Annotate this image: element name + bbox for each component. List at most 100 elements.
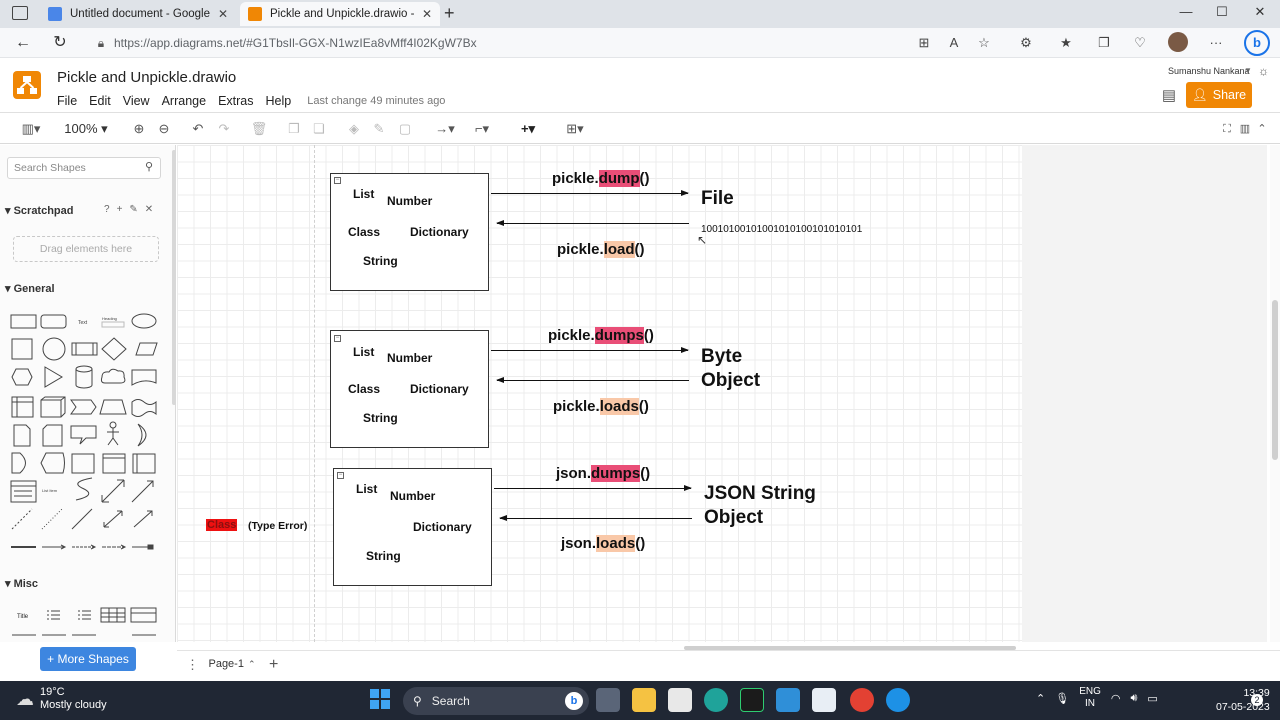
last-change-status[interactable]: Last change 49 minutes ago [307, 95, 445, 107]
zoom-out-icon[interactable]: ⊖ [155, 120, 173, 138]
shape-dashed-line[interactable] [11, 508, 33, 530]
label-class[interactable]: Class [348, 382, 380, 396]
shape-container[interactable] [132, 453, 156, 474]
collections-icon[interactable]: ❐ [1094, 34, 1114, 52]
scratchpad-edit-icon[interactable]: ✎ [129, 204, 137, 215]
shape-step[interactable] [70, 399, 97, 415]
collapse-icon[interactable]: − [334, 177, 341, 184]
task-view-icon[interactable] [596, 688, 620, 712]
language-indicator[interactable]: ENG IN [1079, 686, 1101, 710]
label-number[interactable]: Number [387, 194, 432, 208]
shape-frame[interactable] [102, 453, 126, 474]
to-front-icon[interactable]: ❐ [285, 120, 303, 138]
target-object-label[interactable]: Object [704, 507, 763, 529]
scratchpad-close-icon[interactable]: ✕ [145, 204, 153, 215]
binary-data-label[interactable]: 10010100101001010100101010101 [701, 224, 862, 235]
deserialize-arrow-2[interactable] [496, 377, 689, 383]
minimize-window-icon[interactable]: — [1176, 4, 1196, 19]
shape-table[interactable] [100, 607, 126, 623]
shape-bidirectional-connector[interactable] [103, 510, 123, 528]
refresh-icon[interactable]: ↻ [49, 33, 71, 53]
shape-square[interactable] [11, 338, 33, 360]
shape-note[interactable] [13, 424, 31, 447]
shape-hexagon[interactable] [11, 368, 33, 386]
shape-bullet-list[interactable] [47, 610, 60, 620]
shape-actor[interactable] [107, 421, 119, 446]
new-tab-button[interactable]: + [444, 3, 455, 24]
shape-parallelogram[interactable] [135, 342, 158, 356]
wifi-icon[interactable]: ◠ [1111, 692, 1121, 705]
shape-numbered-list[interactable] [78, 610, 91, 620]
theme-icon[interactable]: ☼ [1258, 64, 1269, 78]
format-panel-icon[interactable]: ▥▾ [16, 120, 46, 138]
add-page-icon[interactable]: + [269, 656, 278, 674]
target-object-label[interactable]: Object [701, 370, 760, 392]
bing-icon[interactable]: b [1244, 30, 1270, 56]
line-color-icon[interactable]: ✎ [370, 120, 388, 138]
fullscreen-icon[interactable]: ⛶ [1220, 120, 1234, 138]
waypoints-icon[interactable]: ⌐▾ [467, 120, 497, 138]
show-hidden-icons-icon[interactable]: ⌃ [1036, 692, 1045, 705]
user-name[interactable]: Sumanshu Nankana [1168, 66, 1250, 76]
tab-actions-icon[interactable] [12, 6, 28, 20]
menu-file[interactable]: File [57, 94, 77, 108]
serialize-arrow-2[interactable] [491, 347, 689, 353]
label-class[interactable]: Class [348, 225, 380, 239]
browser-essentials-icon[interactable]: ♡ [1130, 34, 1150, 52]
shape-cube[interactable] [40, 396, 66, 418]
shape-tape[interactable] [131, 399, 157, 417]
vscode-icon[interactable] [776, 688, 800, 712]
favorites-icon[interactable]: ★ [1056, 34, 1076, 52]
shape-title[interactable]: Title [17, 614, 29, 620]
url-field[interactable]: 🔒︎ https://app.diagrams.net/#G1TbsIl-GGX… [88, 31, 908, 55]
vertical-scroll-thumb[interactable] [1272, 300, 1278, 460]
fill-color-icon[interactable]: ◈ [345, 120, 363, 138]
shape-delay[interactable] [11, 452, 26, 474]
shape-list[interactable] [10, 480, 37, 503]
scratchpad-help-icon[interactable]: ? [104, 204, 110, 215]
shape-cloud[interactable] [100, 368, 126, 384]
menu-view[interactable]: View [123, 94, 150, 108]
diagram-page[interactable] [177, 145, 1022, 642]
label-string[interactable]: String [363, 254, 398, 268]
format-toggle-icon[interactable]: ▥ [1238, 120, 1252, 138]
close-window-icon[interactable]: ✕ [1250, 4, 1270, 20]
label-dictionary[interactable]: Dictionary [413, 520, 472, 534]
pickle-loads-label[interactable]: pickle.loads() [553, 398, 649, 415]
weather-widget[interactable]: ☁ 19°C Mostly cloudy [16, 686, 107, 712]
profile-avatar[interactable] [1168, 32, 1188, 52]
menu-extras[interactable]: Extras [218, 94, 253, 108]
menu-help[interactable]: Help [266, 94, 292, 108]
label-dictionary[interactable]: Dictionary [410, 382, 469, 396]
pickle-dump-label[interactable]: pickle.dump() [552, 170, 650, 187]
shape-table-alt[interactable] [130, 607, 157, 623]
page-tab-chevron-icon[interactable]: ⌃ [248, 659, 256, 670]
shape-or[interactable] [137, 423, 147, 447]
search-icon[interactable]: ⚲ [145, 160, 153, 173]
shape-directional-connector[interactable] [133, 510, 153, 528]
start-icon[interactable] [370, 689, 390, 709]
shape-arrow[interactable] [131, 480, 154, 503]
shape-trapezoid[interactable] [99, 399, 127, 415]
shape-link-dashed[interactable] [72, 544, 97, 550]
shape-rectangle[interactable] [10, 314, 37, 329]
deserialize-arrow-1[interactable] [496, 220, 689, 226]
zoom-dropdown[interactable]: 100% ▾ [60, 120, 112, 138]
label-string[interactable]: String [366, 549, 401, 563]
shape-text[interactable]: Text [78, 320, 88, 326]
browser-tab-google-docs[interactable]: Untitled document - Google Doc ✕ [40, 2, 236, 26]
pycharm-icon[interactable] [740, 688, 764, 712]
page-tab-1[interactable]: Page-1 ⌃ [203, 652, 261, 678]
menu-edit[interactable]: Edit [89, 94, 111, 108]
label-dictionary[interactable]: Dictionary [410, 225, 469, 239]
collapse-icon[interactable]: − [334, 335, 341, 342]
taskbar-search[interactable]: ⚲ Search b [403, 687, 589, 715]
shape-callout[interactable] [70, 425, 97, 445]
type-error-label[interactable]: (Type Error) [248, 520, 307, 532]
search-shapes-input[interactable]: Search Shapes [7, 157, 161, 179]
battery-icon[interactable]: ▭ [1147, 692, 1157, 705]
share-button[interactable]: 👤︎ Share [1186, 82, 1252, 108]
collapse-icon[interactable]: ⌃ [1255, 120, 1269, 138]
shape-curve[interactable] [75, 477, 93, 501]
shape-diamond[interactable] [101, 337, 127, 361]
